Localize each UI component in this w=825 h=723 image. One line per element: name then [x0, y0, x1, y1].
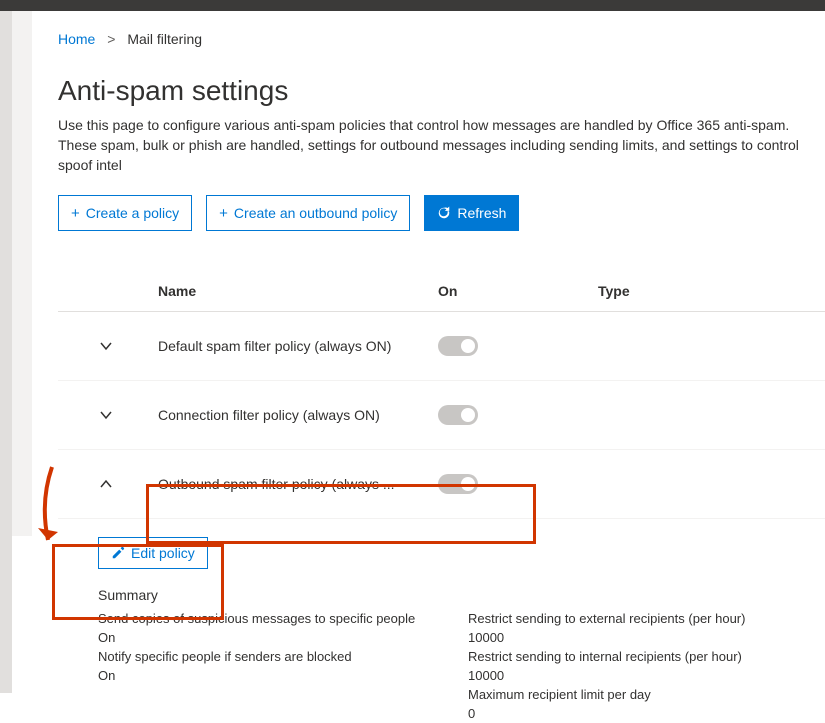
- summary-right: Restrict sending to external recipients …: [468, 609, 825, 723]
- left-gutter-inner: [12, 11, 32, 536]
- edit-policy-label: Edit policy: [131, 545, 195, 561]
- plus-icon: +: [71, 206, 80, 221]
- policy-table: Name On Type Default spam filter policy …: [58, 273, 825, 723]
- breadcrumb-separator: >: [107, 31, 115, 47]
- plus-icon: +: [219, 206, 228, 221]
- summary-item-value: 10000: [468, 628, 825, 647]
- page-subtitle: Use this page to configure various anti-…: [58, 115, 825, 175]
- summary-item-value: On: [98, 628, 448, 647]
- window-titlebar: [0, 0, 825, 11]
- page-content: Home > Mail filtering Anti-spam settings…: [34, 11, 825, 723]
- refresh-label: Refresh: [457, 205, 506, 221]
- create-policy-label: Create a policy: [86, 205, 179, 221]
- create-outbound-label: Create an outbound policy: [234, 205, 397, 221]
- summary-item-label: Maximum recipient limit per day: [468, 685, 825, 704]
- action-row: + Create a policy + Create an outbound p…: [58, 195, 825, 231]
- policy-name: Outbound spam filter policy (always ...: [158, 476, 438, 492]
- summary-columns: Send copies of suspicious messages to sp…: [98, 609, 825, 723]
- create-policy-button[interactable]: + Create a policy: [58, 195, 192, 231]
- breadcrumb-home-link[interactable]: Home: [58, 31, 95, 47]
- summary-left: Send copies of suspicious messages to sp…: [98, 609, 448, 723]
- policy-name: Default spam filter policy (always ON): [158, 338, 438, 354]
- create-outbound-policy-button[interactable]: + Create an outbound policy: [206, 195, 410, 231]
- summary-heading: Summary: [98, 587, 825, 603]
- table-row[interactable]: Connection filter policy (always ON): [58, 381, 825, 450]
- edit-policy-button[interactable]: Edit policy: [98, 537, 208, 569]
- policy-name: Connection filter policy (always ON): [158, 407, 438, 423]
- chevron-down-icon[interactable]: [98, 407, 114, 423]
- summary-item-value: On: [98, 666, 448, 685]
- left-gutter: [0, 11, 12, 693]
- chevron-up-icon[interactable]: [98, 476, 114, 492]
- col-name: Name: [158, 283, 438, 299]
- col-type: Type: [598, 283, 825, 299]
- summary-item-label: Restrict sending to external recipients …: [468, 609, 825, 628]
- policy-detail-panel: Edit policy Summary Send copies of suspi…: [58, 519, 825, 723]
- summary-item-value: 0: [468, 704, 825, 723]
- breadcrumb-current: Mail filtering: [127, 31, 202, 47]
- page-title: Anti-spam settings: [58, 75, 825, 107]
- refresh-icon: [437, 206, 451, 220]
- toggle-switch[interactable]: [438, 405, 478, 425]
- toggle-switch[interactable]: [438, 474, 478, 494]
- summary-item-label: Restrict sending to internal recipients …: [468, 647, 825, 666]
- table-row[interactable]: Default spam filter policy (always ON): [58, 312, 825, 381]
- summary-item-label: Send copies of suspicious messages to sp…: [98, 609, 448, 628]
- refresh-button[interactable]: Refresh: [424, 195, 519, 231]
- pencil-icon: [111, 546, 125, 560]
- chevron-down-icon[interactable]: [98, 338, 114, 354]
- table-row[interactable]: Outbound spam filter policy (always ...: [58, 450, 825, 519]
- summary-item-label: Notify specific people if senders are bl…: [98, 647, 448, 666]
- breadcrumb: Home > Mail filtering: [58, 31, 825, 47]
- summary-item-value: 10000: [468, 666, 825, 685]
- table-header: Name On Type: [58, 273, 825, 312]
- toggle-switch[interactable]: [438, 336, 478, 356]
- col-on: On: [438, 283, 598, 299]
